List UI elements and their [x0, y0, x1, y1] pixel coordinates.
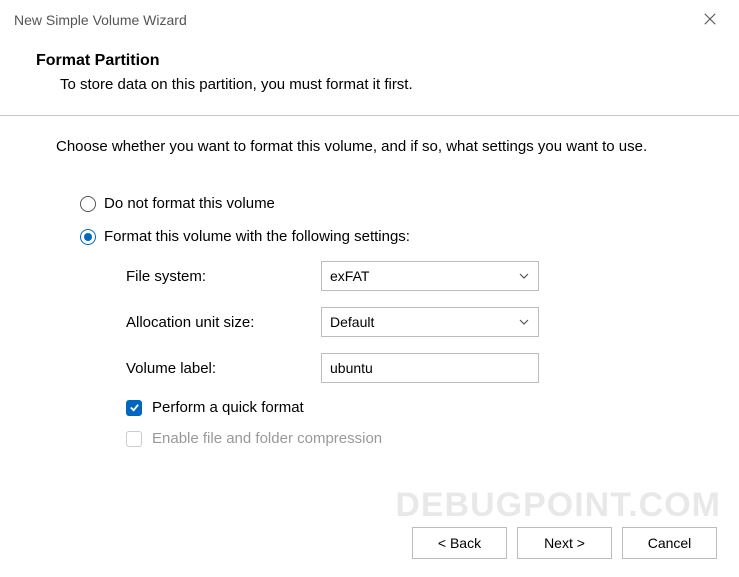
next-button[interactable]: Next >: [517, 527, 612, 559]
content-area: Choose whether you want to format this v…: [0, 116, 739, 447]
button-bar: < Back Next > Cancel: [412, 527, 717, 559]
window-title: New Simple Volume Wizard: [14, 12, 187, 28]
header-region: Format Partition To store data on this p…: [0, 36, 739, 107]
radio-no-format-label: Do not format this volume: [104, 195, 275, 212]
alloc-size-row: Allocation unit size: Default: [126, 307, 699, 337]
file-system-select[interactable]: exFAT: [321, 261, 539, 291]
radio-row-no-format[interactable]: Do not format this volume: [80, 195, 699, 212]
quick-format-label: Perform a quick format: [152, 399, 304, 416]
file-system-row: File system: exFAT: [126, 261, 699, 291]
compression-row: Enable file and folder compression: [126, 430, 699, 447]
file-system-label: File system:: [126, 268, 321, 285]
alloc-size-select[interactable]: Default: [321, 307, 539, 337]
cancel-button[interactable]: Cancel: [622, 527, 717, 559]
volume-label-row: Volume label: ubuntu: [126, 353, 699, 383]
alloc-size-label: Allocation unit size:: [126, 314, 321, 331]
volume-label-input[interactable]: ubuntu: [321, 353, 539, 383]
back-button[interactable]: < Back: [412, 527, 507, 559]
quick-format-checkbox[interactable]: [126, 400, 142, 416]
compression-label: Enable file and folder compression: [152, 430, 382, 447]
volume-label-value: ubuntu: [330, 360, 373, 376]
check-icon: [129, 402, 140, 413]
volume-label-label: Volume label:: [126, 360, 321, 377]
chevron-down-icon: [518, 270, 530, 282]
titlebar: New Simple Volume Wizard: [0, 0, 739, 36]
radio-format[interactable]: [80, 229, 96, 245]
quick-format-row[interactable]: Perform a quick format: [126, 399, 699, 416]
file-system-value: exFAT: [330, 268, 369, 284]
instruction-text: Choose whether you want to format this v…: [56, 138, 699, 155]
radio-format-label: Format this volume with the following se…: [104, 228, 410, 245]
close-button[interactable]: [695, 8, 725, 33]
radio-no-format[interactable]: [80, 196, 96, 212]
page-heading: Format Partition: [36, 52, 739, 70]
page-subheading: To store data on this partition, you mus…: [60, 76, 739, 93]
format-options-group: Do not format this volume Format this vo…: [80, 195, 699, 447]
alloc-size-value: Default: [330, 314, 374, 330]
watermark: DEBUGPOINT.COM: [395, 486, 721, 525]
format-settings: File system: exFAT Allocation unit size:…: [126, 261, 699, 447]
chevron-down-icon: [518, 316, 530, 328]
compression-checkbox: [126, 431, 142, 447]
radio-row-format[interactable]: Format this volume with the following se…: [80, 228, 699, 245]
close-icon: [703, 12, 717, 26]
